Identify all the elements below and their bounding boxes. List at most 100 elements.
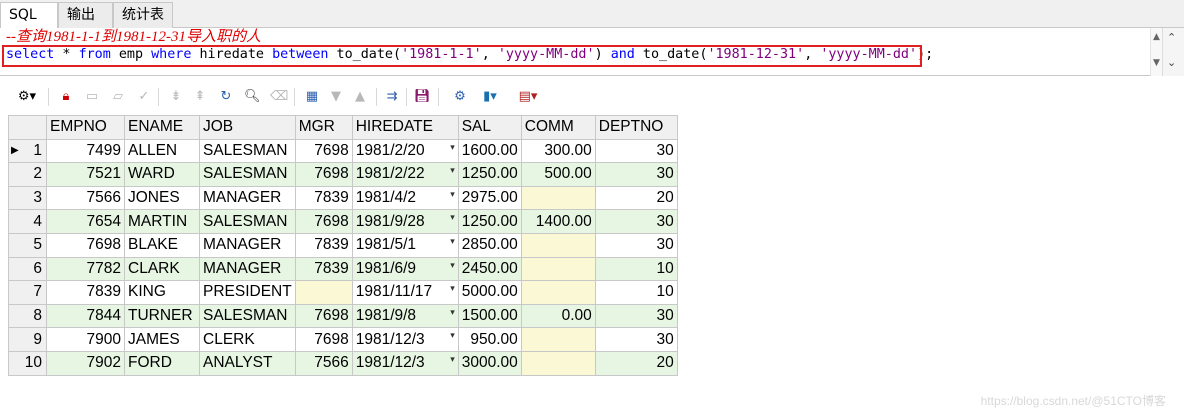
cell-ename[interactable]: JAMES (124, 327, 200, 352)
cell-ename[interactable]: CLARK (124, 256, 200, 282)
date-picker-icon[interactable]: ▾ (450, 212, 455, 223)
date-picker-icon[interactable]: ▾ (450, 142, 455, 153)
cell-sal[interactable]: 1600.00 (457, 138, 522, 164)
cell-job[interactable]: ANALYST (199, 350, 296, 376)
table-row[interactable]: 8 7844 TURNER SALESMAN 7698 1981/9/8 ▾ 1500.00 0… (8, 303, 678, 329)
cell-mgr[interactable]: 7698 (294, 327, 353, 352)
cell-ename[interactable]: WARD (124, 162, 200, 187)
cell-empno[interactable]: 7566 (46, 185, 125, 211)
cell-comm[interactable] (520, 327, 596, 352)
cell-mgr[interactable]: 7839 (294, 256, 353, 282)
table-row[interactable]: 6 7782 CLARK MANAGER 7839 1981/6/9 ▾ 2450.00 10 (8, 256, 678, 282)
cell-deptno[interactable]: 30 (594, 327, 678, 352)
clear-icon[interactable]: ⌫ (270, 88, 288, 106)
cell-mgr[interactable]: 7839 (294, 232, 353, 258)
cell-sal[interactable]: 1250.00 (457, 209, 522, 234)
cell-job[interactable]: MANAGER (199, 232, 296, 258)
row-number[interactable]: 10 (8, 350, 47, 376)
date-picker-icon[interactable]: ▾ (450, 189, 455, 200)
cell-mgr[interactable]: 7839 (294, 185, 353, 211)
sql-editor[interactable]: --查询1981-1-1到1981-12-31导入职的人 select * fr… (0, 28, 1184, 76)
cell-sal[interactable]: 5000.00 (457, 280, 522, 305)
cell-sal[interactable]: 2450.00 (457, 256, 522, 282)
cell-empno[interactable]: 7782 (46, 256, 125, 282)
cell-job[interactable]: MANAGER (199, 185, 296, 211)
cell-job[interactable]: PRESIDENT (199, 280, 296, 305)
cell-mgr[interactable]: 7566 (294, 350, 353, 376)
cell-sal[interactable]: 3000.00 (457, 350, 522, 376)
row-number[interactable]: ▶ 1 (8, 138, 47, 164)
date-picker-icon[interactable]: ▾ (450, 330, 455, 341)
find-icon[interactable]: 🔍︎ (244, 88, 261, 106)
save-icon[interactable]: 💾︎ (414, 88, 431, 106)
cell-hiredate[interactable]: 1981/9/8 ▾ (351, 303, 459, 329)
cell-ename[interactable]: ALLEN (124, 138, 200, 164)
splitter-down-icon[interactable]: ▼ (1153, 58, 1160, 68)
cell-hiredate[interactable]: 1981/11/17 ▾ (351, 280, 459, 305)
cell-comm[interactable]: 300.00 (520, 138, 596, 164)
cell-job[interactable]: CLERK (199, 327, 296, 352)
cell-mgr[interactable] (294, 280, 353, 305)
scroll-down-icon[interactable]: ⌄ (1167, 56, 1176, 69)
cell-empno[interactable]: 7844 (46, 303, 125, 329)
cell-hiredate[interactable]: 1981/9/28 ▾ (351, 209, 459, 234)
corner-cell[interactable] (8, 115, 47, 140)
cell-ename[interactable]: TURNER (124, 303, 200, 329)
editor-splitter[interactable]: ▲ ▼ (1150, 28, 1162, 76)
column-header-mgr[interactable]: MGR (294, 115, 353, 140)
query-by-example-icon[interactable]: ▦ (304, 88, 320, 106)
post-changes-icon[interactable]: ✓ (136, 88, 152, 106)
cell-ename[interactable]: MARTIN (124, 209, 200, 234)
row-number[interactable]: 5 (8, 232, 47, 258)
editor-scrollbar[interactable]: ⌃ ⌄ (1162, 28, 1184, 76)
export-icon[interactable]: ⚙ (452, 88, 468, 106)
cell-deptno[interactable]: 20 (594, 185, 678, 211)
cell-comm[interactable] (520, 256, 596, 282)
table-row[interactable]: 4 7654 MARTIN SALESMAN 7698 1981/9/28 ▾ 1250.00… (8, 209, 678, 234)
cell-deptno[interactable]: 30 (594, 138, 678, 164)
row-number[interactable]: 3 (8, 185, 47, 211)
cell-empno[interactable]: 7839 (46, 280, 125, 305)
column-header-deptno[interactable]: DEPTNO (594, 115, 678, 140)
cell-comm[interactable] (520, 232, 596, 258)
column-header-ename[interactable]: ENAME (124, 115, 200, 140)
table-row[interactable]: 2 7521 WARD SALESMAN 7698 1981/2/22 ▾ 1250.00 50… (8, 162, 678, 187)
cell-hiredate[interactable]: 1981/2/22 ▾ (351, 162, 459, 187)
cell-empno[interactable]: 7499 (46, 138, 125, 164)
column-header-comm[interactable]: COMM (520, 115, 596, 140)
table-row[interactable]: 10 7902 FORD ANALYST 7566 1981/12/3 ▾ 3000.00 20 (8, 350, 678, 376)
last-record-icon[interactable]: ⇞ (192, 88, 208, 106)
cell-deptno[interactable]: 10 (594, 256, 678, 282)
cell-sal[interactable]: 950.00 (457, 327, 522, 352)
cell-comm[interactable] (520, 185, 596, 211)
cell-sal[interactable]: 1250.00 (457, 162, 522, 187)
row-number[interactable]: 7 (8, 280, 47, 305)
cell-mgr[interactable]: 7698 (294, 303, 353, 329)
cell-hiredate[interactable]: 1981/2/20 ▾ (351, 138, 459, 164)
cell-hiredate[interactable]: 1981/12/3 ▾ (351, 350, 459, 376)
cell-ename[interactable]: KING (124, 280, 200, 305)
table-view-icon[interactable]: ▤▾ (512, 88, 544, 106)
chart-icon[interactable]: ▮▾ (476, 88, 504, 106)
row-number[interactable]: 4 (8, 209, 47, 234)
tab-sql[interactable]: SQL (0, 2, 58, 29)
date-picker-icon[interactable]: ▾ (450, 165, 455, 176)
cell-comm[interactable]: 0.00 (520, 303, 596, 329)
cell-job[interactable]: SALESMAN (199, 303, 296, 329)
column-header-job[interactable]: JOB (199, 115, 296, 140)
cell-job[interactable]: SALESMAN (199, 209, 296, 234)
cell-comm[interactable]: 500.00 (520, 162, 596, 187)
row-number[interactable]: 8 (8, 303, 47, 329)
cell-deptno[interactable]: 30 (594, 162, 678, 187)
cell-comm[interactable]: 1400.00 (520, 209, 596, 234)
cell-hiredate[interactable]: 1981/5/1 ▾ (351, 232, 459, 258)
date-picker-icon[interactable]: ▾ (450, 260, 455, 271)
cell-comm[interactable] (520, 350, 596, 376)
cell-ename[interactable]: JONES (124, 185, 200, 211)
grid-options-icon[interactable]: ⚙▾ (12, 88, 42, 106)
cell-empno[interactable]: 7698 (46, 232, 125, 258)
cell-job[interactable]: MANAGER (199, 256, 296, 282)
cell-sal[interactable]: 2975.00 (457, 185, 522, 211)
cell-hiredate[interactable]: 1981/12/3 ▾ (351, 327, 459, 352)
tab-output[interactable]: 输出 (58, 2, 113, 28)
